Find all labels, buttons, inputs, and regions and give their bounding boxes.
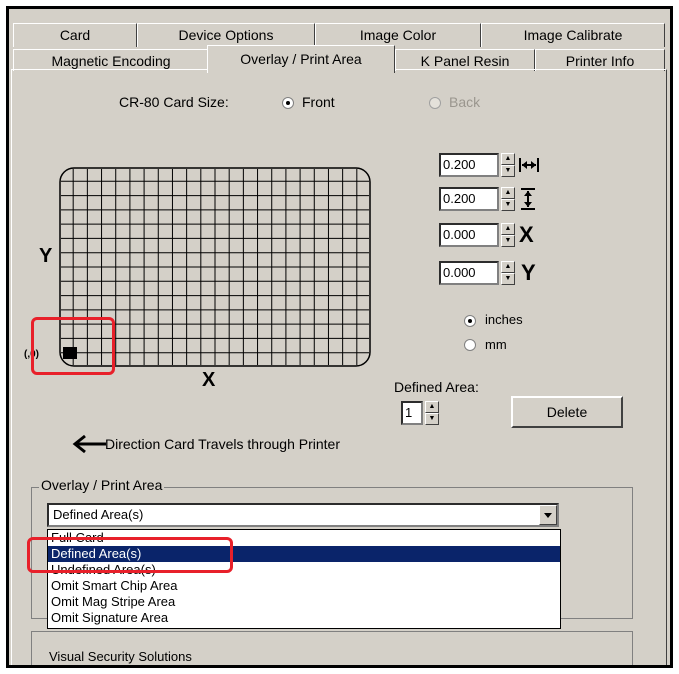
width-spinner[interactable]: ▲ ▼ [501, 153, 515, 177]
back-label: Back [449, 94, 481, 110]
card-size-label: CR-80 Card Size: [119, 94, 229, 110]
mm-label: mm [485, 337, 507, 352]
y-offset-input[interactable]: 0.000 [439, 261, 499, 285]
y-offset-label: Y [521, 260, 536, 285]
defined-area-input[interactable]: 1 [401, 401, 423, 425]
x-offset-input[interactable]: 0.000 [439, 223, 499, 247]
arrow-left-icon [72, 434, 106, 454]
option-omit-signature[interactable]: Omit Signature Area [48, 610, 560, 626]
back-radio[interactable] [429, 97, 441, 109]
tab-printer-info[interactable]: Printer Info [535, 49, 665, 71]
overlay-dropdown[interactable]: Defined Area(s) [47, 503, 559, 527]
defined-area-spinner[interactable]: ▲ ▼ [425, 401, 439, 425]
chevron-down-icon [544, 513, 552, 518]
front-label: Front [302, 94, 335, 110]
x-offset-spinner[interactable]: ▲ ▼ [501, 223, 515, 247]
tab-overlay-print-area[interactable]: Overlay / Print Area [207, 45, 395, 73]
inches-radio[interactable] [464, 315, 476, 327]
printer-settings-dialog: Card Device Options Image Color Image Ca… [6, 6, 673, 668]
height-arrows-icon [521, 188, 535, 210]
tab-magnetic-encoding[interactable]: Magnetic Encoding [13, 49, 209, 71]
height-spinner[interactable]: ▲ ▼ [501, 187, 515, 211]
axis-y-label: Y [39, 245, 53, 267]
option-omit-smart-chip[interactable]: Omit Smart Chip Area [48, 578, 560, 594]
tab-image-color[interactable]: Image Color [315, 23, 481, 47]
y-offset-spinner[interactable]: ▲ ▼ [501, 261, 515, 285]
tab-device-options[interactable]: Device Options [137, 23, 315, 47]
x-offset-label: X [519, 222, 534, 247]
dropdown-arrow-button[interactable] [539, 505, 557, 525]
inches-label: inches [485, 312, 523, 327]
direction-text: Direction Card Travels through Printer [105, 436, 340, 452]
visual-security-label: Visual Security Solutions [47, 649, 194, 665]
origin-highlight-box [31, 317, 115, 375]
height-input[interactable]: 0.200 [439, 187, 499, 211]
option-omit-mag-stripe[interactable]: Omit Mag Stripe Area [48, 594, 560, 610]
defined-area-highlight-box [27, 537, 233, 573]
overlay-group-label: Overlay / Print Area [39, 477, 165, 493]
front-radio[interactable] [282, 97, 294, 109]
defined-area-label: Defined Area: [394, 379, 479, 395]
mm-radio[interactable] [464, 339, 476, 351]
dropdown-value: Defined Area(s) [53, 507, 144, 522]
axis-x-label: X [202, 369, 216, 391]
delete-button[interactable]: Delete [511, 396, 623, 428]
tab-image-calibrate[interactable]: Image Calibrate [481, 23, 665, 47]
tab-card[interactable]: Card [13, 23, 137, 47]
width-arrows-icon [519, 158, 539, 172]
tab-k-panel-resin[interactable]: K Panel Resin [395, 49, 535, 71]
width-input[interactable]: 0.200 [439, 153, 499, 177]
